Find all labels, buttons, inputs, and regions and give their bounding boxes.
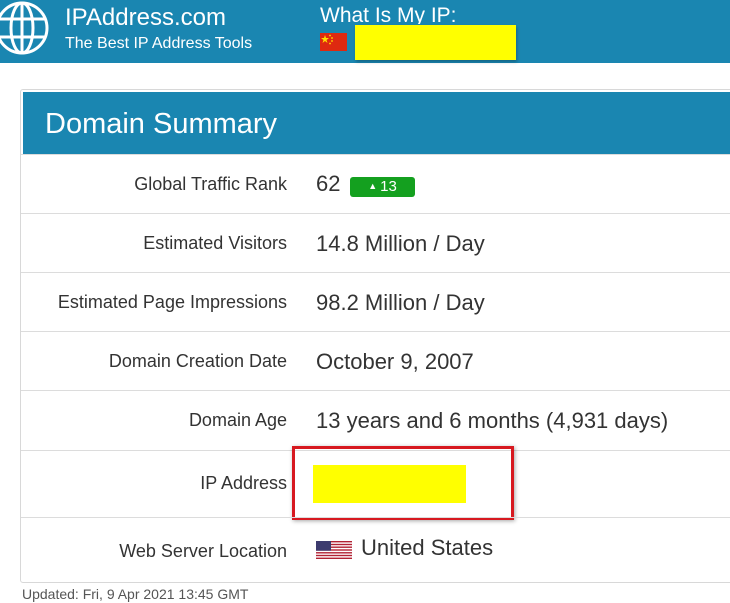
row-label: Estimated Page Impressions <box>57 292 287 312</box>
domain-summary-title: Domain Summary <box>45 108 278 140</box>
row-label: Web Server Location <box>119 541 287 561</box>
row-label: Domain Creation Date <box>108 351 287 371</box>
site-header: IPAddress.com The Best IP Address Tools … <box>0 0 730 63</box>
domain-summary-card: Domain Summary Global Traffic Rank 62 ▲ 1… <box>20 89 730 583</box>
us-flag-icon <box>316 541 352 559</box>
row-value: October 9, 2007 <box>316 349 474 374</box>
row-value: 62 <box>316 171 341 196</box>
summary-row-server-location: Web Server Location United States <box>21 517 730 582</box>
row-value: 14.8 Million / Day <box>316 231 485 256</box>
row-value: United States <box>361 535 494 560</box>
globe-logo-icon[interactable] <box>0 0 50 56</box>
row-label: Global Traffic Rank <box>134 174 287 194</box>
domain-summary-header: Domain Summary <box>23 92 730 154</box>
site-name[interactable]: IPAddress.com <box>65 4 226 32</box>
rank-change-value: 13 <box>380 178 397 195</box>
site-tagline: The Best IP Address Tools <box>65 35 253 52</box>
summary-row-page-impressions: Estimated Page Impressions 98.2 Million … <box>21 272 730 331</box>
up-arrow-icon: ▲ <box>368 181 378 191</box>
summary-row-creation-date: Domain Creation Date October 9, 2007 <box>21 331 730 390</box>
rank-change-badge: ▲ 13 <box>350 177 415 197</box>
my-ip-value[interactable] <box>355 25 516 60</box>
china-flag-icon <box>320 33 347 51</box>
row-label: IP Address <box>200 473 287 493</box>
my-ip-title[interactable]: What Is My IP: <box>320 2 457 24</box>
row-label: Estimated Visitors <box>143 233 287 253</box>
row-label: Domain Age <box>188 410 287 430</box>
row-value: 13 years and 6 months (4,931 days) <box>316 408 669 433</box>
summary-row-domain-age: Domain Age 13 years and 6 months (4,931 … <box>21 390 730 450</box>
ip-highlight-box <box>292 446 514 520</box>
summary-row-visitors: Estimated Visitors 14.8 Million / Day <box>21 213 730 272</box>
row-value: 98.2 Million / Day <box>316 290 485 315</box>
updated-timestamp: Updated: Fri, 9 Apr 2021 13:45 GMT <box>22 586 249 602</box>
